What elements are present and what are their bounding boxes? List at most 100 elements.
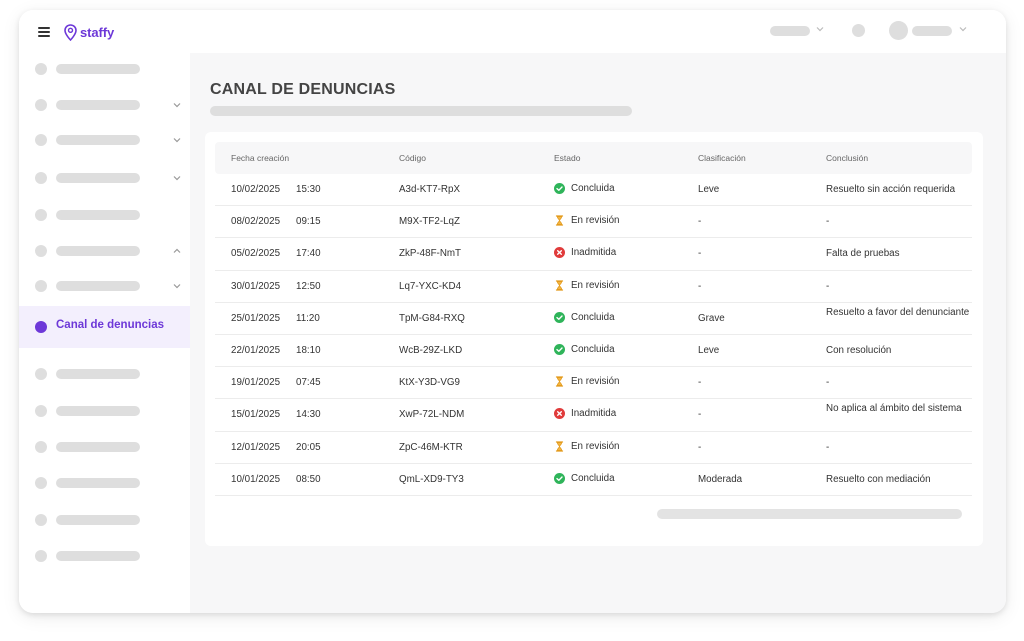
- cell-code: Lq7-YXC-KD4: [399, 280, 462, 292]
- sidebar-item-placeholder[interactable]: [19, 362, 190, 386]
- table-row[interactable]: 19/01/2025 07:45 KtX-Y3D-VG9 En revisión - -: [215, 367, 972, 400]
- x-circle-icon: [554, 408, 565, 420]
- placeholder-label: [56, 135, 140, 145]
- column-header-conclusion[interactable]: Conclusión: [826, 153, 868, 163]
- table-row[interactable]: 08/02/2025 09:15 M9X-TF2-LqZ En revisión - -: [215, 206, 972, 239]
- main-content: CANAL DE DENUNCIAS Fecha creación Código…: [190, 53, 1006, 613]
- cell-conclusion: Resuelto con mediación: [826, 473, 931, 485]
- chevron-down-icon[interactable]: [173, 174, 181, 182]
- column-header-fecha[interactable]: Fecha creación: [231, 153, 289, 163]
- status-label: Concluida: [571, 343, 615, 355]
- cell-date: 10/01/2025: [231, 473, 281, 485]
- sidebar-item-placeholder[interactable]: [19, 239, 190, 263]
- cell-time: 11:20: [296, 312, 320, 324]
- sidebar-item-placeholder[interactable]: [19, 274, 190, 298]
- sidebar-item-placeholder[interactable]: [19, 57, 190, 81]
- sidebar-item-placeholder[interactable]: [19, 435, 190, 459]
- cell-date: 08/02/2025: [231, 216, 281, 228]
- cell-state: En revisión: [554, 441, 619, 452]
- table-row[interactable]: 05/02/2025 17:40 ZkP-48F-NmT Inadmitida - Fal…: [215, 238, 972, 271]
- cell-classification: -: [698, 377, 702, 389]
- hourglass-icon: [554, 376, 565, 387]
- cell-time: 14:30: [296, 409, 321, 421]
- notification-icon[interactable]: [852, 24, 865, 37]
- header-placeholder-username[interactable]: [912, 26, 952, 36]
- placeholder-label: [56, 246, 140, 256]
- check-circle-icon: [554, 472, 565, 484]
- cell-classification: Leve: [698, 184, 720, 195]
- header-placeholder-selector[interactable]: [770, 26, 810, 36]
- x-circle-icon: [554, 247, 565, 259]
- cell-classification: -: [698, 441, 702, 453]
- cell-conclusion: -: [826, 216, 830, 228]
- column-header-estado[interactable]: Estado: [554, 153, 580, 163]
- cell-conclusion: No aplica al ámbito del sistema: [826, 403, 962, 415]
- placeholder-icon: [35, 477, 47, 489]
- placeholder-icon: [35, 405, 47, 417]
- sidebar-item-placeholder[interactable]: [19, 471, 190, 495]
- table-row[interactable]: 25/01/2025 11:20 TpM-G84-RXQ Concluida Grave…: [215, 303, 972, 335]
- page-subtitle-placeholder: [210, 106, 632, 116]
- chevron-down-icon[interactable]: [959, 25, 967, 33]
- placeholder-icon: [35, 368, 47, 380]
- avatar[interactable]: [889, 21, 908, 40]
- cell-state: En revisión: [554, 376, 619, 387]
- cell-code: M9X-TF2-LqZ: [399, 216, 460, 228]
- sidebar-item-placeholder[interactable]: [19, 508, 190, 532]
- chevron-up-icon[interactable]: [173, 247, 181, 255]
- table-row[interactable]: 30/01/2025 12:50 Lq7-YXC-KD4 En revisión - -: [215, 271, 972, 303]
- table-row[interactable]: 22/01/2025 18:10 WcB-29Z-LKD Concluida Leve C…: [215, 335, 972, 368]
- cell-state: Concluida: [554, 343, 615, 355]
- status-label: Concluida: [571, 311, 615, 323]
- cell-classification: -: [698, 409, 702, 421]
- menu-icon[interactable]: [38, 27, 50, 37]
- cell-code: WcB-29Z-LKD: [399, 344, 463, 356]
- table-row[interactable]: 15/01/2025 14:30 XwP-72L-NDM Inadmitida - No …: [215, 399, 972, 432]
- placeholder-icon: [35, 134, 47, 146]
- cell-time: 20:05: [296, 441, 321, 453]
- cell-time: 09:15: [296, 216, 321, 228]
- column-header-codigo[interactable]: Código: [399, 153, 426, 163]
- table-row[interactable]: 10/01/2025 08:50 QmL-XD9-TY3 Concluida Moder…: [215, 464, 972, 496]
- sidebar-item-placeholder[interactable]: [19, 544, 190, 568]
- sidebar-item-placeholder[interactable]: [19, 399, 190, 423]
- table-row[interactable]: 12/01/2025 20:05 ZpC-46M-KTR En revisión - -: [215, 432, 972, 464]
- placeholder-label: [56, 406, 140, 416]
- cell-code: KtX-Y3D-VG9: [399, 377, 460, 389]
- cell-state: Concluida: [554, 472, 615, 484]
- placeholder-icon: [35, 245, 47, 257]
- chevron-down-icon[interactable]: [173, 282, 181, 290]
- chevron-down-icon[interactable]: [173, 136, 181, 144]
- chevron-down-icon[interactable]: [816, 25, 824, 33]
- sidebar-item-canal-de-denuncias[interactable]: Canal de denuncias: [19, 306, 190, 348]
- cell-state: Inadmitida: [554, 408, 616, 420]
- cell-date: 25/01/2025: [231, 312, 281, 324]
- sidebar-item-label: Canal de denuncias: [56, 319, 165, 331]
- check-circle-icon: [554, 343, 565, 355]
- placeholder-label: [56, 210, 140, 220]
- sidebar-item-placeholder[interactable]: [19, 128, 190, 152]
- top-header: staffy: [19, 10, 1006, 53]
- column-header-clasificacion[interactable]: Clasificación: [698, 153, 746, 163]
- cell-conclusion: -: [826, 441, 830, 453]
- sidebar-item-placeholder[interactable]: [19, 93, 190, 117]
- cell-state: En revisión: [554, 280, 619, 291]
- cell-conclusion: Con resolución: [826, 344, 892, 356]
- sidebar-item-placeholder[interactable]: [19, 166, 190, 190]
- app-window: staffy Canal de denuncias CANAL DE DENUN…: [19, 10, 1006, 613]
- cell-conclusion: -: [826, 377, 830, 389]
- cell-code: ZpC-46M-KTR: [399, 441, 463, 453]
- table-row[interactable]: 10/02/2025 15:30 A3d-KT7-RpX Concluida Leve R…: [215, 174, 972, 207]
- sidebar-item-placeholder[interactable]: [19, 203, 190, 227]
- horizontal-scrollbar[interactable]: [657, 509, 962, 519]
- cell-state: Concluida: [554, 183, 615, 194]
- status-label: En revisión: [571, 215, 620, 227]
- logo[interactable]: staffy: [64, 22, 114, 42]
- cell-date: 12/01/2025: [231, 441, 281, 453]
- placeholder-label: [56, 369, 140, 379]
- cell-conclusion: -: [826, 280, 830, 292]
- cell-classification: Moderada: [698, 473, 743, 485]
- page-title: CANAL DE DENUNCIAS: [210, 81, 396, 98]
- chevron-down-icon[interactable]: [173, 101, 181, 109]
- cell-state: En revisión: [554, 215, 619, 226]
